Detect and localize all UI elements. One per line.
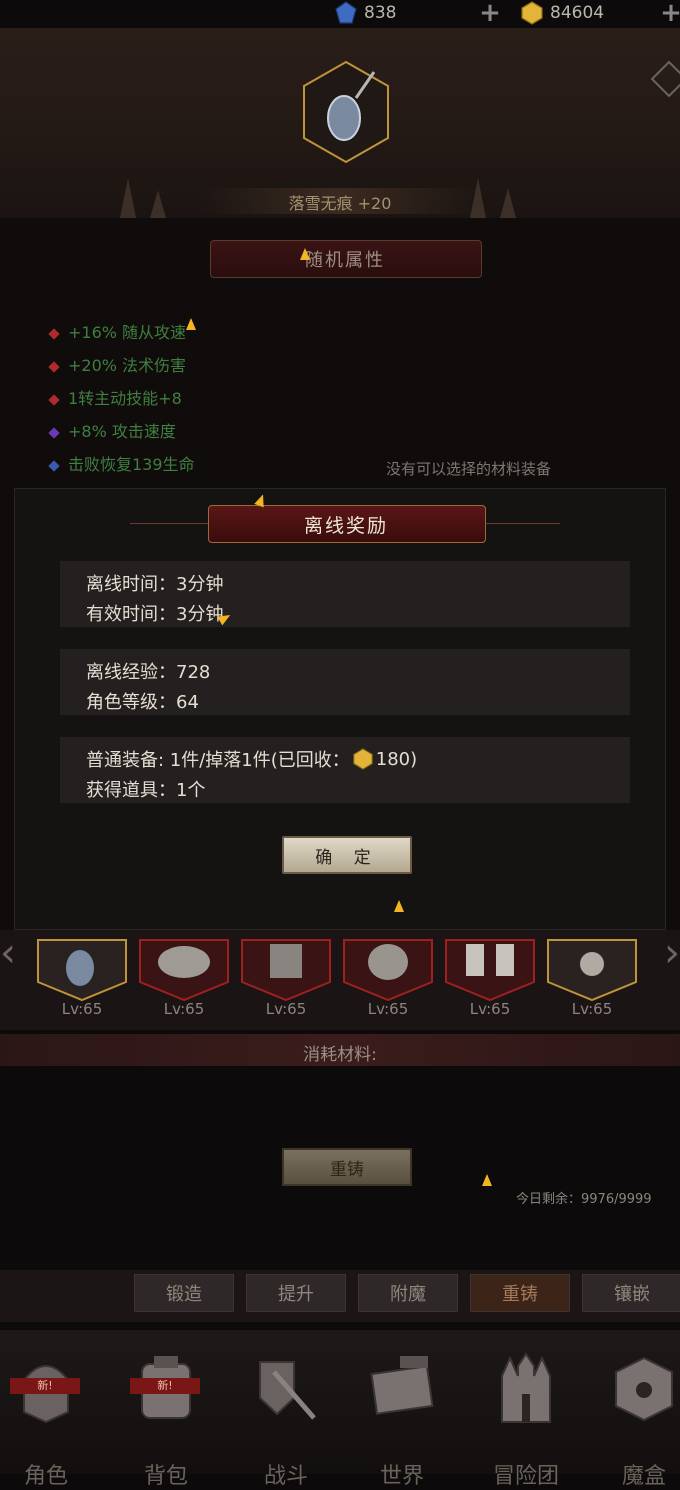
equip-slot-necklace[interactable] [546, 938, 638, 1002]
new-badge: 新! [130, 1378, 200, 1394]
gold-count: 84604 [550, 3, 605, 23]
nav-adventure-team-icon[interactable] [494, 1352, 558, 1424]
equip-level: Lv:65 [367, 1000, 409, 1018]
spark-effect [482, 1174, 492, 1186]
attr-line: +8% 攻击速度 [48, 418, 176, 442]
equip-slot-armor[interactable] [240, 938, 332, 1002]
equip-slot-helm[interactable] [138, 938, 230, 1002]
nav-label-magic-box[interactable]: 魔盒 [589, 1458, 680, 1490]
equip-slot-boots[interactable] [444, 938, 536, 1002]
spark-effect [186, 318, 196, 330]
attr-line: +16% 随从攻速 [48, 319, 186, 343]
spark-effect [300, 248, 310, 260]
item-name: 落雪无痕 +20 [288, 194, 392, 213]
equipment-summary: 普通装备: 1件/掉落1件(已回收： 180) [86, 748, 418, 771]
add-diamond-button[interactable]: + [479, 0, 501, 26]
item-frame-icon [303, 60, 389, 164]
equip-level: Lv:65 [163, 1000, 205, 1018]
diamond-icon [335, 1, 357, 24]
nav-battle-icon[interactable] [254, 1352, 318, 1424]
new-badge: 新! [10, 1378, 80, 1394]
gold-icon [521, 1, 543, 25]
attr-line: 击败恢复139生命 [48, 451, 195, 475]
attr-line: +20% 法术伤害 [48, 352, 186, 376]
equip-level: Lv:65 [61, 1000, 103, 1018]
add-gold-button[interactable]: + [660, 0, 680, 26]
attr-gem-icon [48, 328, 60, 340]
effective-time: 有效时间：3分钟 [86, 604, 224, 625]
attr-line: 1转主动技能+8 [48, 385, 182, 409]
bottom-nav [0, 1330, 680, 1474]
tab-forge[interactable]: 锻造 [134, 1274, 234, 1312]
modal-title: 离线奖励 [303, 515, 388, 537]
attr-gem-icon [48, 460, 60, 472]
equip-slot-weapon[interactable] [36, 938, 128, 1002]
scroll-right-arrow-icon[interactable]: › [664, 930, 680, 976]
scroll-left-arrow-icon[interactable]: ‹ [0, 930, 16, 976]
items-obtained: 获得道具：1个 [86, 780, 206, 801]
random-attr-title: 随机属性 [305, 250, 385, 271]
equip-level: Lv:65 [265, 1000, 307, 1018]
remaining-count: 今日剩余：9976/9999 [516, 1192, 652, 1207]
equip-level: Lv:65 [571, 1000, 613, 1018]
tab-enchant[interactable]: 附魔 [358, 1274, 458, 1312]
offline-time: 离线时间：3分钟 [86, 574, 224, 595]
nav-label-character[interactable]: 角色 [0, 1458, 101, 1490]
banner-line-right [484, 523, 560, 524]
materials-label: 消耗材料: [303, 1045, 377, 1065]
nav-label-battle[interactable]: 战斗 [231, 1458, 341, 1490]
recast-button[interactable]: 重铸 [282, 1148, 412, 1186]
tab-inlay[interactable]: 镶嵌 [582, 1274, 680, 1312]
tab-upgrade[interactable]: 提升 [246, 1274, 346, 1312]
nav-magic-box-icon[interactable] [612, 1352, 676, 1424]
diamond-count: 838 [364, 3, 397, 23]
spark-effect [394, 900, 404, 912]
diamond-currency: 838 [334, 0, 396, 26]
empty-material-note: 没有可以选择的材料装备 [386, 460, 552, 478]
character-level: 角色等级：64 [86, 692, 199, 713]
gold-icon [353, 748, 373, 770]
attr-gem-icon [48, 361, 60, 373]
offline-exp: 离线经验：728 [86, 662, 211, 683]
gold-currency: 84604 [520, 0, 604, 26]
equip-slot-gloves[interactable] [342, 938, 434, 1002]
banner-line-left [130, 523, 210, 524]
nav-label-world[interactable]: 世界 [347, 1458, 457, 1490]
nav-label-backpack[interactable]: 背包 [111, 1458, 221, 1490]
equip-level: Lv:65 [469, 1000, 511, 1018]
nav-world-icon[interactable] [370, 1352, 434, 1424]
attr-gem-icon [48, 394, 60, 406]
confirm-button[interactable]: 确 定 [282, 836, 412, 874]
attr-gem-icon [48, 427, 60, 439]
tab-recast[interactable]: 重铸 [470, 1274, 570, 1312]
nav-label-adventure-team[interactable]: 冒险团 [471, 1458, 581, 1490]
